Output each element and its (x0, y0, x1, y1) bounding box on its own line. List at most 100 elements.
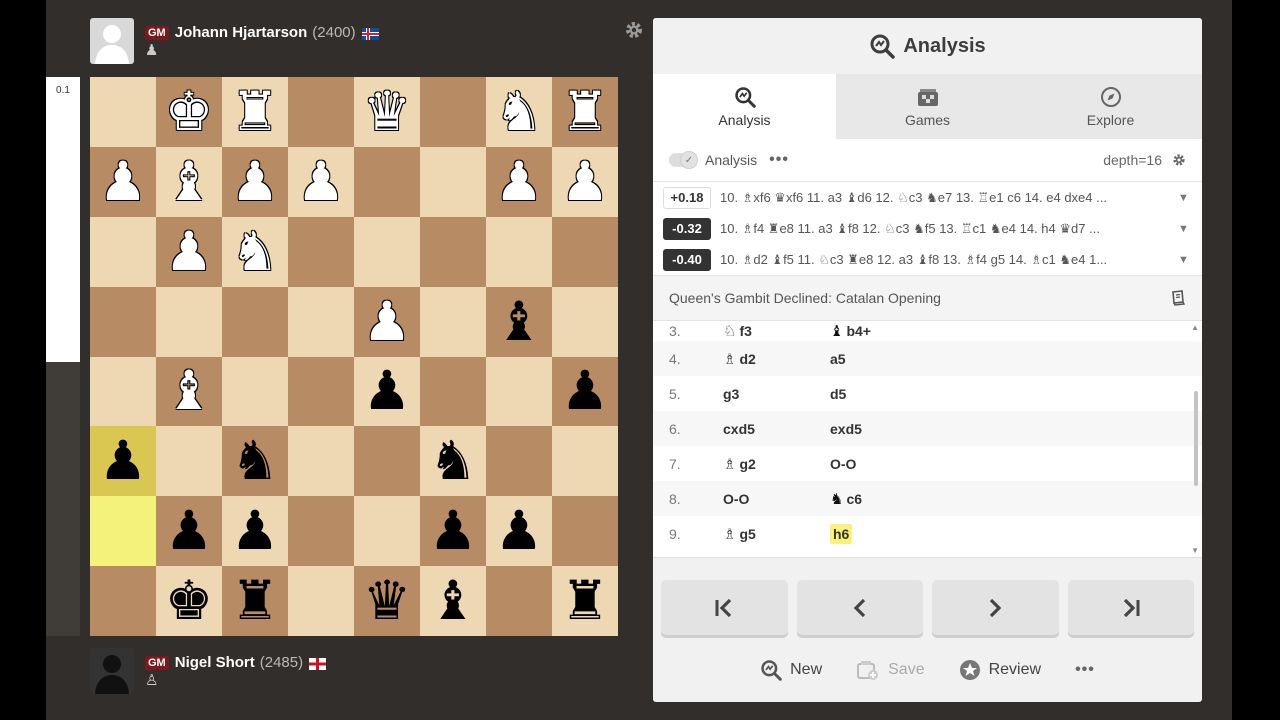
white-bishop-icon[interactable]: ♝ (165, 154, 213, 209)
board-square[interactable] (354, 216, 420, 287)
next-move-button[interactable] (932, 580, 1059, 635)
white-move[interactable]: ♗ d2 (723, 350, 830, 368)
board-square[interactable]: ♟ (156, 496, 222, 567)
white-pawn-icon[interactable]: ♟ (165, 224, 213, 279)
board-square[interactable]: ♞ (486, 77, 552, 147)
black-pawn-icon[interactable]: ♟ (561, 364, 609, 418)
white-pawn-icon[interactable]: ♟ (363, 294, 411, 349)
first-move-button[interactable] (661, 580, 788, 635)
board-square[interactable]: ♚ (156, 566, 222, 636)
book-icon[interactable] (1170, 290, 1186, 306)
top-player-avatar[interactable] (90, 18, 134, 64)
white-pawn-icon[interactable]: ♟ (495, 154, 543, 209)
engine-line-moves[interactable]: 10. ♗f4 ♜e8 11. a3 ♝f8 12. ♘c3 ♞f5 13. ♖… (720, 221, 1170, 237)
board-square[interactable]: ♜ (222, 77, 288, 147)
black-rook-icon[interactable]: ♜ (561, 574, 609, 628)
board-square[interactable]: ♜ (222, 566, 288, 636)
board-square[interactable] (288, 426, 354, 497)
black-move[interactable]: h6 (830, 523, 853, 544)
white-knight-icon[interactable]: ♞ (231, 224, 279, 279)
black-rook-icon[interactable]: ♜ (231, 574, 279, 628)
scroll-down-arrow-icon[interactable]: ▼ (1191, 546, 1199, 555)
board-square[interactable]: ♛ (354, 566, 420, 636)
board-square[interactable]: ♟ (486, 496, 552, 567)
board-square[interactable]: ♛ (354, 77, 420, 147)
white-knight-icon[interactable]: ♞ (495, 84, 543, 139)
board-square[interactable] (288, 496, 354, 567)
tab-games[interactable]: Games (836, 74, 1019, 139)
board-square[interactable] (354, 496, 420, 567)
engine-line[interactable]: +0.18 10. ♗xf6 ♛xf6 11. a3 ♝d6 12. ♘c3 ♞… (653, 182, 1202, 213)
black-bishop-icon[interactable]: ♝ (495, 294, 543, 349)
white-pawn-icon[interactable]: ♟ (99, 154, 147, 209)
board-square[interactable] (156, 286, 222, 357)
board-square[interactable] (288, 566, 354, 636)
board-square[interactable] (90, 286, 156, 357)
engine-line[interactable]: -0.40 10. ♗d2 ♝f5 11. ♘c3 ♜e8 12. a3 ♝f8… (653, 244, 1202, 275)
board-square[interactable] (420, 216, 486, 287)
board-square[interactable] (486, 426, 552, 497)
white-rook-icon[interactable]: ♜ (231, 84, 279, 139)
board-square[interactable] (354, 426, 420, 497)
board-square[interactable] (156, 426, 222, 497)
board-square[interactable]: ♝ (156, 356, 222, 427)
black-queen-icon[interactable]: ♛ (363, 574, 411, 628)
board-square[interactable]: ♝ (420, 566, 486, 636)
board-square[interactable]: ♜ (552, 77, 618, 147)
board-square[interactable] (288, 286, 354, 357)
black-bishop-icon[interactable]: ♝ (429, 574, 477, 628)
board-square[interactable] (288, 77, 354, 147)
white-pawn-icon[interactable]: ♟ (231, 154, 279, 209)
board-square[interactable] (486, 566, 552, 636)
last-move-button[interactable] (1067, 580, 1194, 635)
tab-analysis[interactable]: Analysis (653, 74, 836, 139)
board-square[interactable] (486, 356, 552, 427)
board-square[interactable]: ♚ (156, 77, 222, 147)
white-move[interactable]: ♗ g5 (723, 525, 830, 543)
board-square[interactable]: ♞ (222, 426, 288, 497)
move-list-scrollbar[interactable] (1194, 391, 1198, 486)
board-square[interactable] (486, 216, 552, 287)
black-move[interactable]: a5 (830, 351, 846, 367)
white-move[interactable]: O-O (723, 491, 830, 507)
white-move[interactable]: g3 (723, 386, 830, 402)
black-knight-icon[interactable]: ♞ (429, 434, 477, 488)
board-square[interactable]: ♟ (90, 146, 156, 217)
black-knight-icon[interactable]: ♞ (231, 434, 279, 488)
white-queen-icon[interactable]: ♛ (363, 84, 411, 139)
board-square[interactable] (90, 77, 156, 147)
white-move[interactable]: ♘ f3 (723, 322, 830, 340)
board-square[interactable] (288, 216, 354, 287)
board-square[interactable]: ♟ (90, 426, 156, 497)
board-square[interactable]: ♟ (420, 496, 486, 567)
board-square[interactable] (420, 356, 486, 427)
black-pawn-icon[interactable]: ♟ (363, 364, 411, 418)
black-move[interactable]: O-O (830, 456, 856, 472)
board-square[interactable] (420, 77, 486, 147)
engine-toggle[interactable]: ✓ (669, 151, 698, 169)
black-move[interactable]: ♞ c6 (830, 490, 862, 508)
engine-line-moves[interactable]: 10. ♗d2 ♝f5 11. ♘c3 ♜e8 12. a3 ♝f8 13. ♗… (720, 252, 1170, 268)
new-analysis-button[interactable]: New (760, 659, 822, 681)
black-pawn-icon[interactable]: ♟ (165, 504, 213, 558)
board-square[interactable]: ♟ (552, 356, 618, 427)
board-square[interactable]: ♟ (354, 356, 420, 427)
board-square[interactable] (552, 286, 618, 357)
board-settings-gear-icon[interactable] (624, 20, 644, 40)
white-pawn-icon[interactable]: ♟ (297, 154, 345, 209)
board-square[interactable] (288, 356, 354, 427)
board-square[interactable]: ♞ (420, 426, 486, 497)
board-square[interactable]: ♟ (354, 286, 420, 357)
black-move[interactable]: exd5 (830, 421, 862, 437)
black-move[interactable]: d5 (830, 386, 846, 402)
board-square[interactable] (90, 496, 156, 567)
board-square[interactable] (354, 146, 420, 217)
board-square[interactable]: ♟ (222, 496, 288, 567)
board-square[interactable]: ♟ (552, 146, 618, 217)
white-move[interactable]: cxd5 (723, 421, 830, 437)
white-rook-icon[interactable]: ♜ (561, 84, 609, 139)
black-king-icon[interactable]: ♚ (165, 574, 213, 628)
expand-line-caret-icon[interactable]: ▼ (1178, 254, 1189, 266)
board-square[interactable]: ♟ (222, 146, 288, 217)
board-square[interactable]: ♟ (486, 146, 552, 217)
